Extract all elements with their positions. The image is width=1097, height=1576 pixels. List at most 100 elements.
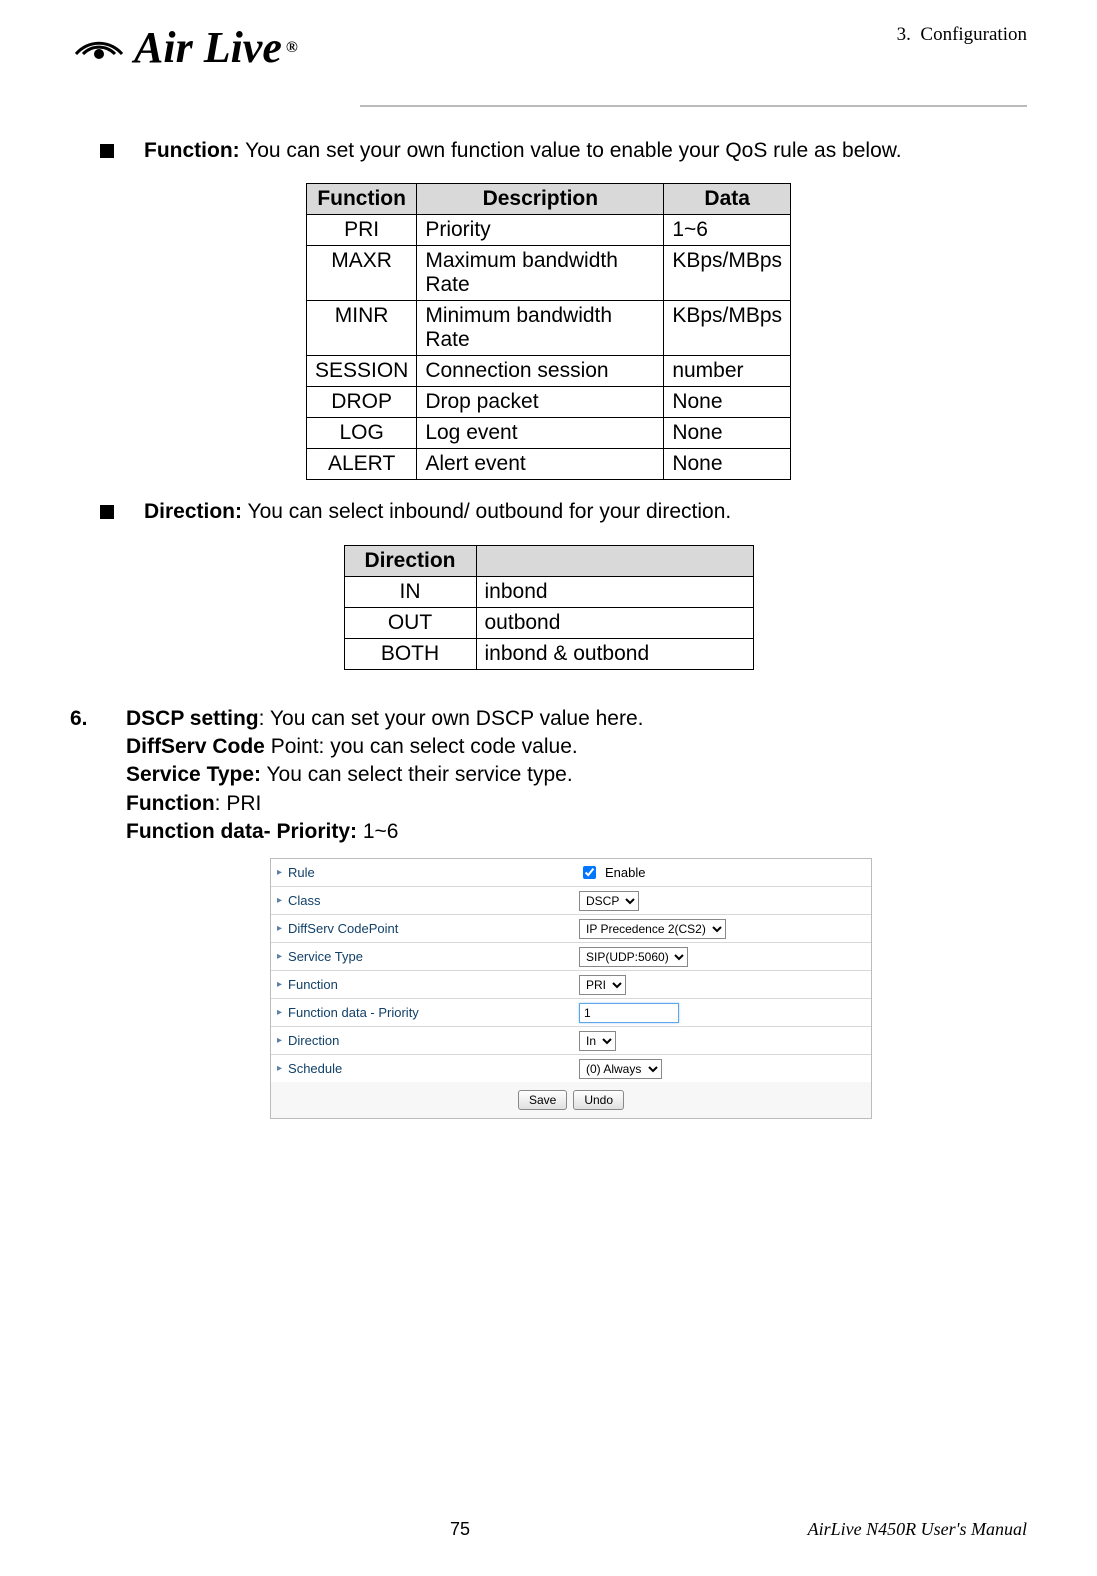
- table-row: INinbond: [344, 576, 753, 607]
- cell-function: PRI: [306, 215, 416, 246]
- cell-data: None: [664, 418, 791, 449]
- cell-data: None: [664, 449, 791, 480]
- signal-icon: [70, 20, 128, 75]
- registered-mark: ®: [286, 39, 298, 57]
- form-row: ▸Rule Enable: [271, 859, 871, 887]
- cell-data: number: [664, 356, 791, 387]
- cell-description: Priority: [417, 215, 664, 246]
- schedule-select[interactable]: (0) Always: [579, 1059, 662, 1079]
- checkbox-label: Enable: [605, 865, 645, 880]
- direction-select[interactable]: In: [579, 1031, 616, 1051]
- brand-logo: Air Live ®: [70, 20, 298, 75]
- cell-function: MINR: [306, 301, 416, 356]
- form-row: ▸DiffServ CodePoint IP Precedence 2(CS2): [271, 915, 871, 943]
- chevron-right-icon: ▸: [277, 1035, 282, 1046]
- cell-data: 1~6: [664, 215, 791, 246]
- form-label: ▸Service Type: [271, 945, 573, 968]
- form-value: SIP(UDP:5060): [573, 944, 871, 970]
- cell-data: KBps/MBps: [664, 246, 791, 301]
- cell-data: None: [664, 387, 791, 418]
- cell-function: LOG: [306, 418, 416, 449]
- cell-direction: BOTH: [344, 638, 476, 669]
- definition-line: Service Type: You can select their servi…: [126, 761, 1027, 789]
- definition-line: Function: PRI: [126, 790, 1027, 818]
- form-value: In: [573, 1028, 871, 1054]
- table-row: OUToutbond: [344, 607, 753, 638]
- section-6: 6. DSCP setting: You can set your own DS…: [70, 705, 1027, 847]
- form-value: Enable: [573, 860, 871, 885]
- bullet-function: Function: You can set your own function …: [100, 137, 1027, 165]
- th-data: Data: [664, 184, 791, 215]
- cell-data: KBps/MBps: [664, 301, 791, 356]
- cell-direction: IN: [344, 576, 476, 607]
- form-value: DSCP: [573, 888, 871, 914]
- direction-desc: You can select inbound/ outbound for you…: [247, 500, 731, 523]
- cell-function: DROP: [306, 387, 416, 418]
- enable-checkbox[interactable]: [583, 866, 596, 879]
- chevron-right-icon: ▸: [277, 923, 282, 934]
- chevron-right-icon: ▸: [277, 951, 282, 962]
- function-label: Function:: [144, 139, 240, 162]
- cell-function: ALERT: [306, 449, 416, 480]
- th-function: Function: [306, 184, 416, 215]
- definition-line: DSCP setting: You can set your own DSCP …: [126, 705, 1027, 733]
- service-type-select[interactable]: SIP(UDP:5060): [579, 947, 688, 967]
- th-description: Description: [417, 184, 664, 215]
- form-label: ▸Schedule: [271, 1057, 573, 1080]
- manual-title: AirLive N450R User's Manual: [808, 1519, 1027, 1540]
- cell-function: MAXR: [306, 246, 416, 301]
- cell-description: Drop packet: [417, 387, 664, 418]
- save-button[interactable]: Save: [518, 1090, 567, 1110]
- form-value: IP Precedence 2(CS2): [573, 916, 871, 942]
- chapter-heading: 3. Configuration: [897, 20, 1027, 46]
- form-row: ▸Function data - Priority: [271, 999, 871, 1027]
- direction-label: Direction:: [144, 500, 242, 523]
- th-blank: [476, 545, 753, 576]
- page-number: 75: [450, 1519, 470, 1540]
- chevron-right-icon: ▸: [277, 895, 282, 906]
- form-label: ▸Rule: [271, 861, 573, 884]
- diffserv-codepoint-select[interactable]: IP Precedence 2(CS2): [579, 919, 726, 939]
- class-select[interactable]: DSCP: [579, 891, 639, 911]
- direction-table: Direction INinbondOUToutbondBOTHinbond &…: [344, 545, 754, 670]
- table-row: BOTHinbond & outbond: [344, 638, 753, 669]
- form-label: ▸DiffServ CodePoint: [271, 917, 573, 940]
- chevron-right-icon: ▸: [277, 979, 282, 990]
- definition-line: Function data- Priority: 1~6: [126, 818, 1027, 846]
- dscp-form: ▸Rule Enable ▸Class DSCP ▸DiffServ CodePoint…: [270, 858, 872, 1119]
- form-row: ▸Schedule (0) Always: [271, 1055, 871, 1082]
- cell-value: outbond: [476, 607, 753, 638]
- form-label: ▸Function data - Priority: [271, 1001, 573, 1024]
- chevron-right-icon: ▸: [277, 1063, 282, 1074]
- form-value: (0) Always: [573, 1056, 871, 1082]
- chevron-right-icon: ▸: [277, 867, 282, 878]
- form-row: ▸DirectionIn: [271, 1027, 871, 1055]
- function-desc: You can set your own function value to e…: [245, 139, 901, 162]
- form-value: [573, 1000, 871, 1026]
- form-value: PRI: [573, 972, 871, 998]
- table-row: MAXRMaximum bandwidth RateKBps/MBps: [306, 246, 790, 301]
- table-row: DROPDrop packetNone: [306, 387, 790, 418]
- cell-description: Connection session: [417, 356, 664, 387]
- cell-description: Maximum bandwidth Rate: [417, 246, 664, 301]
- function-table: Function Description Data PRIPriority1~6…: [306, 183, 791, 480]
- form-label: ▸Class: [271, 889, 573, 912]
- table-row: PRIPriority1~6: [306, 215, 790, 246]
- undo-button[interactable]: Undo: [573, 1090, 624, 1110]
- chevron-right-icon: ▸: [277, 1007, 282, 1018]
- cell-function: SESSION: [306, 356, 416, 387]
- bullet-direction: Direction: You can select inbound/ outbo…: [100, 498, 1027, 526]
- th-direction: Direction: [344, 545, 476, 576]
- item-index: 6.: [70, 705, 126, 733]
- table-row: ALERTAlert eventNone: [306, 449, 790, 480]
- table-row: LOGLog eventNone: [306, 418, 790, 449]
- table-row: MINRMinimum bandwidth RateKBps/MBps: [306, 301, 790, 356]
- function-select[interactable]: PRI: [579, 975, 626, 995]
- form-row: ▸Service Type SIP(UDP:5060): [271, 943, 871, 971]
- bullet-icon: [100, 144, 114, 158]
- table-row: SESSIONConnection sessionnumber: [306, 356, 790, 387]
- form-row: ▸FunctionPRI: [271, 971, 871, 999]
- function-data-priority-input[interactable]: [579, 1003, 679, 1023]
- definition-line: DiffServ Code Point: you can select code…: [126, 733, 1027, 761]
- header-divider: [360, 105, 1027, 107]
